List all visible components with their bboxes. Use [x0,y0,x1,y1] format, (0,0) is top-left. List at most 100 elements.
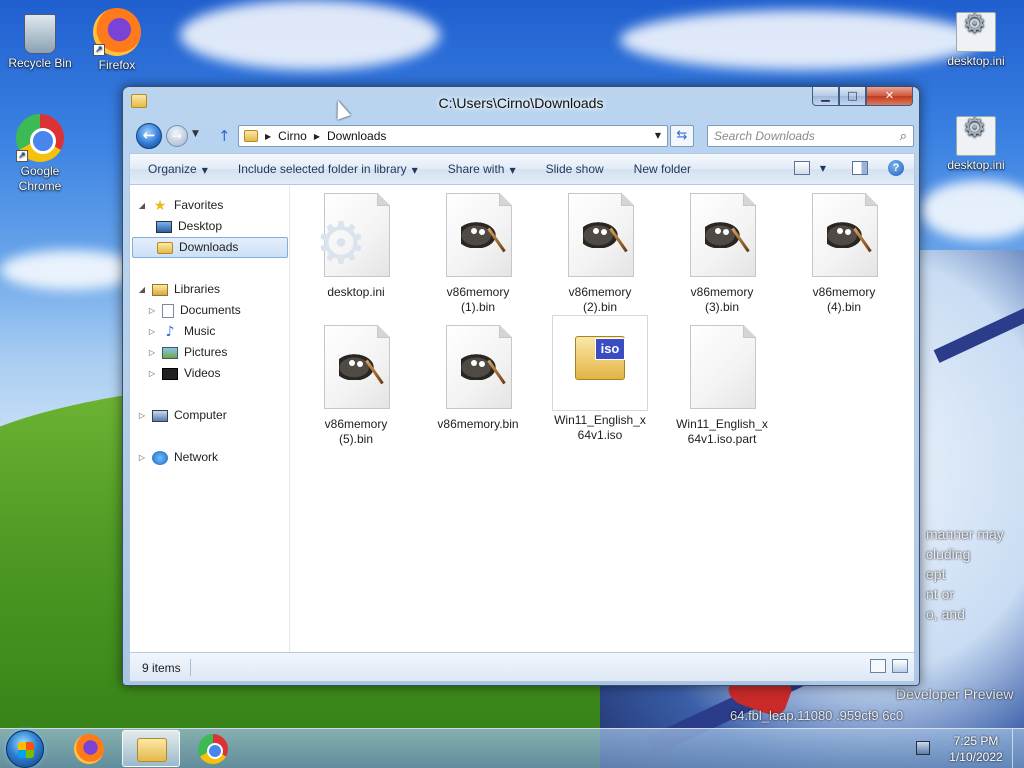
watermark-text: 64.fbl_leap.11080 .959cf9 6c0 [730,708,904,723]
tree-label: Documents [180,303,241,317]
include-in-library-button[interactable]: Include selected folder in library ▼ [220,162,430,176]
up-arrow-icon[interactable]: ↑ [218,127,231,145]
recent-pages-dropdown[interactable]: ▼ [192,129,199,139]
collapsed-arrow-icon[interactable]: ▷ [136,447,148,468]
tree-label: Libraries [174,282,221,296]
tree-libraries[interactable]: ◢ Libraries [136,279,220,300]
collapsed-arrow-icon[interactable]: ▷ [146,321,158,342]
tree-desktop[interactable]: Desktop [152,216,222,237]
file-item[interactable]: v86memory.bin [424,319,532,432]
collapsed-arrow-icon[interactable]: ▷ [146,342,158,363]
taskbar-chrome[interactable] [184,730,242,767]
desktop-icon-desktop-ini[interactable]: desktop.ini [936,112,1016,173]
gimp-file-icon [461,352,499,380]
search-input[interactable]: Search Downloads ⌕ [707,125,914,147]
back-button[interactable]: ← [136,123,162,149]
minimize-button[interactable]: ▁ [812,87,839,106]
collapsed-arrow-icon[interactable]: ▷ [146,300,158,321]
desktop-icon-label: Google Chrome [18,164,62,193]
collapsed-arrow-icon[interactable]: ▷ [146,363,158,384]
clock-time: 7:25 PM [953,734,999,748]
file-thumbnail [674,187,770,283]
file-item-selected[interactable]: iso Win11_English_x64v1.iso [546,315,654,443]
tree-pictures[interactable]: ▷ Pictures [146,342,227,363]
network-tray-icon[interactable] [916,741,930,755]
help-icon[interactable]: ? [888,160,904,176]
tree-music[interactable]: ▷ ♪ Music [146,321,215,342]
start-button[interactable] [6,730,44,768]
refresh-button[interactable]: ⇆ [670,125,694,147]
details-view-icon[interactable] [870,659,886,673]
taskbar-firefox[interactable] [60,730,118,767]
file-item[interactable]: v86memory (3).bin [668,187,776,315]
large-icons-view-icon[interactable] [892,659,908,673]
forward-button[interactable]: → [166,125,188,147]
collapsed-arrow-icon[interactable]: ▷ [136,405,148,426]
explorer-body: ◢ ★ Favorites Desktop Downloads ◢ Librar… [129,185,915,652]
chrome-icon: ↗ [16,114,64,162]
file-item[interactable]: Win11_English_x64v1.iso.part [668,319,776,447]
tree-network[interactable]: ▷ Network [136,447,218,468]
caption-buttons: ▁ □ ✕ [812,87,913,107]
file-item[interactable]: v86memory (4).bin [790,187,898,315]
maximize-button[interactable]: □ [839,87,866,106]
view-options-dropdown[interactable]: ▼ [820,164,826,173]
taskbar-clock[interactable]: 7:25 PM 1/10/2022 [936,733,1016,765]
file-thumbnail: ⚙ [308,187,404,283]
file-thumbnail: iso [552,315,648,411]
tree-label: Network [174,450,219,464]
close-button[interactable]: ✕ [866,87,913,106]
search-placeholder: Search Downloads [714,129,815,143]
taskbar-explorer[interactable] [122,730,180,767]
file-page-icon [690,193,756,277]
address-dropdown-icon[interactable]: ▼ [649,126,667,146]
desktop-icon-google-chrome[interactable]: ↗ Google Chrome [0,114,80,194]
desktop-icon-recycle-bin[interactable]: Recycle Bin [0,8,80,71]
clock-date: 1/10/2022 [949,750,1003,764]
file-thumbnail [430,319,526,415]
tree-videos[interactable]: ▷ Videos [146,363,221,384]
breadcrumb-downloads[interactable]: Downloads [327,129,386,143]
chrome-icon [198,734,228,764]
address-bar[interactable]: ▶ Cirno ▶ Downloads ▼ [238,125,668,147]
file-item[interactable]: v86memory (5).bin [302,319,410,447]
expanded-arrow-icon[interactable]: ◢ [136,279,148,300]
search-icon[interactable]: ⌕ [900,127,907,147]
gimp-file-icon [461,220,499,248]
tree-label: Desktop [178,219,223,233]
libraries-icon [152,283,168,296]
file-item[interactable]: v86memory (2).bin [546,187,654,315]
file-page-icon: ⚙ [315,193,390,277]
file-page-icon [812,193,878,277]
settings-file-icon [956,12,996,52]
desktop-icon-desktop-ini[interactable]: desktop.ini [936,8,1016,69]
tree-downloads[interactable]: Downloads [132,237,288,258]
desktop-icon-firefox[interactable]: ↗ Firefox [77,8,157,73]
new-folder-button[interactable]: New folder [616,162,703,176]
tree-computer[interactable]: ▷ Computer [136,405,227,426]
tree-label: Downloads [179,240,239,254]
title-bar[interactable]: C:\Users\Cirno\Downloads ▁ □ ✕ [123,87,919,117]
change-view-icon[interactable] [793,161,810,175]
file-page-icon [568,193,634,277]
show-desktop-button[interactable] [1012,729,1024,768]
share-with-button[interactable]: Share with ▼ [430,162,528,176]
organize-button[interactable]: Organize ▼ [130,162,220,176]
file-item[interactable]: ⚙ desktop.ini [302,187,410,300]
tree-favorites[interactable]: ◢ ★ Favorites [136,195,223,216]
preview-pane-icon[interactable] [852,161,868,175]
slide-show-button[interactable]: Slide show [528,162,616,176]
tree-documents[interactable]: ▷ Documents [146,300,241,321]
windows-logo-icon [18,742,34,758]
breadcrumb-cirno[interactable]: Cirno [278,129,307,143]
breadcrumb-chevron-icon[interactable]: ▶ [314,132,320,141]
file-page-icon [446,325,512,409]
file-item[interactable]: v86memory (1).bin [424,187,532,315]
navigation-pane[interactable]: ◢ ★ Favorites Desktop Downloads ◢ Librar… [130,185,290,652]
navigation-row: ← → ▼ ↑ ▶ Cirno ▶ Downloads ▼ ⇆ Search D… [123,121,919,151]
breadcrumb-chevron-icon[interactable]: ▶ [265,132,271,141]
music-note-icon: ♪ [165,323,175,340]
expanded-arrow-icon[interactable]: ◢ [136,195,148,216]
explorer-window[interactable]: C:\Users\Cirno\Downloads ▁ □ ✕ ← → ▼ ↑ ▶… [122,86,920,686]
gimp-file-icon [583,220,621,248]
